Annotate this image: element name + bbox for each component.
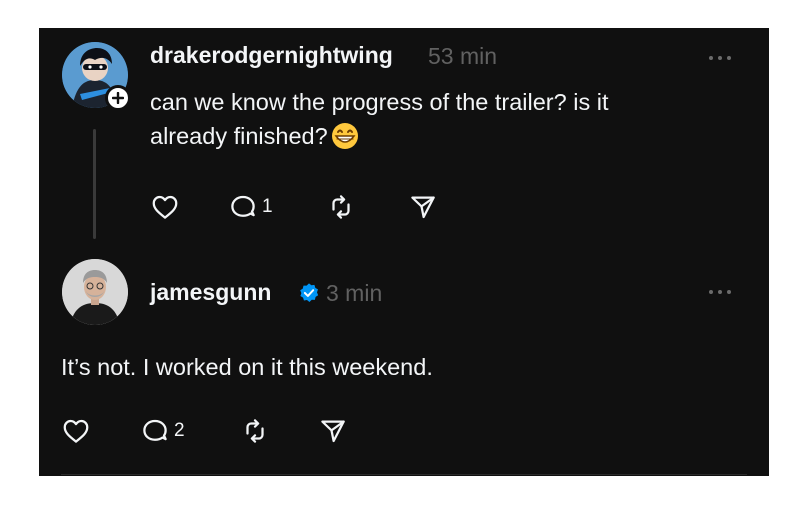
comment-icon [231,195,255,217]
send-icon [321,420,345,443]
divider [61,474,747,475]
post-text: can we know the progress of the trailer?… [150,85,730,153]
repost-icon [332,195,350,219]
comment-button[interactable]: 2 [140,416,185,446]
thread-line [93,129,96,239]
reply-time: 3 min [326,280,383,306]
post-text-line: can we know the progress of the trailer?… [150,89,609,115]
follow-button[interactable] [105,85,131,111]
comment-icon [143,419,167,441]
comment-button[interactable]: 1 [228,192,273,222]
like-button[interactable] [150,192,180,222]
more-options-icon[interactable] [709,56,731,60]
grinning-face-emoji [331,123,358,149]
share-button[interactable] [318,416,348,446]
verified-badge-icon [300,283,319,302]
post-text-line: already finished? [150,119,730,153]
heart-icon [152,195,178,219]
reply-username[interactable]: jamesgunn [150,279,271,306]
repost-icon [246,419,264,443]
like-button[interactable] [61,416,91,446]
comment-count: 1 [262,196,273,217]
send-icon [411,196,435,219]
thread-panel: drakerodgernightwing 53 min can we know … [39,28,769,476]
heart-icon [63,419,89,443]
plus-icon [112,92,124,104]
repost-button[interactable] [240,416,270,446]
post-text-line-2: already finished? [150,123,328,149]
reply-text: It’s not. I worked on it this weekend. [61,354,433,380]
post-time: 53 min [428,43,498,69]
share-button[interactable] [408,192,438,222]
post-username[interactable]: drakerodgernightwing [150,42,393,69]
repost-button[interactable] [326,192,356,222]
avatar[interactable] [62,259,128,325]
comment-count: 2 [174,420,185,441]
more-options-icon[interactable] [709,290,731,294]
